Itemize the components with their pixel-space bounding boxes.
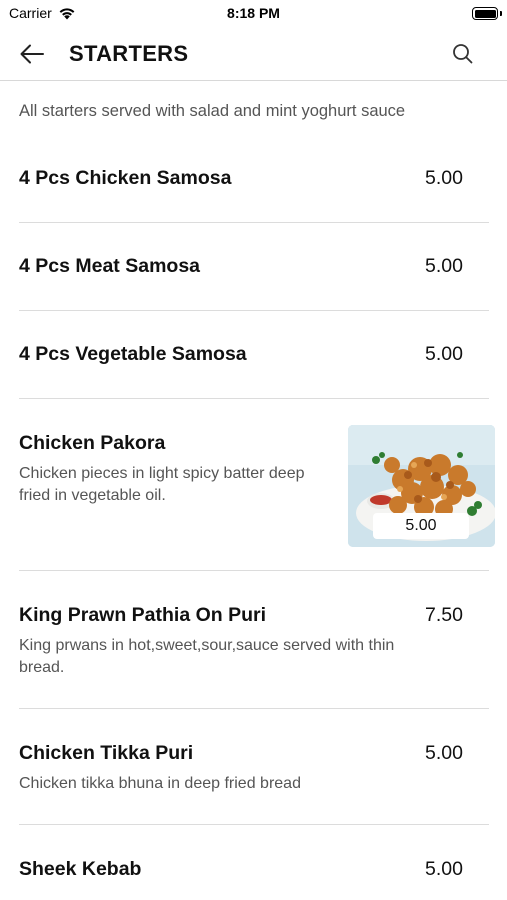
menu-item[interactable]: Sheek Kebab 5.00 [19, 825, 489, 900]
menu-item[interactable]: 4 Pcs Chicken Samosa 5.00 [19, 136, 489, 223]
status-time: 8:18 PM [227, 5, 280, 21]
arrow-left-icon [20, 44, 44, 64]
menu-item-name: Sheek Kebab [19, 858, 142, 880]
battery-icon [472, 7, 498, 20]
menu-item[interactable]: 4 Pcs Vegetable Samosa 5.00 [19, 311, 489, 399]
search-icon [453, 44, 473, 64]
menu-item[interactable]: Chicken Pakora Chicken pieces in light s… [19, 399, 495, 571]
nav-bar: STARTERS [0, 28, 507, 81]
menu-item-price: 5.00 [425, 255, 463, 277]
menu-item[interactable]: Chicken Tikka Puri 5.00 Chicken tikka bh… [19, 709, 489, 825]
menu-item-name: 4 Pcs Vegetable Samosa [19, 343, 247, 365]
menu-item-description: Chicken pieces in light spicy batter dee… [19, 465, 305, 504]
menu-item-price: 5.00 [425, 742, 463, 764]
food-thumbnail[interactable]: 5.00 [348, 425, 495, 547]
search-button[interactable] [451, 42, 475, 66]
page-title: STARTERS [69, 41, 189, 66]
back-button[interactable] [18, 42, 46, 66]
menu-item-name: Chicken Pakora [19, 432, 166, 454]
thumbnail-price-badge: 5.00 [373, 513, 469, 539]
menu-item[interactable]: 4 Pcs Meat Samosa 5.00 [19, 223, 489, 311]
menu-item-price: 5.00 [425, 858, 463, 880]
menu-item-name: Chicken Tikka Puri [19, 742, 194, 764]
battery-cap [500, 11, 502, 16]
menu-item-description: King prwans in hot,sweet,sour,sauce serv… [19, 637, 395, 676]
section-note: All starters served with salad and mint … [19, 102, 406, 120]
menu-item[interactable]: King Prawn Pathia On Puri 7.50 King prwa… [19, 571, 489, 709]
menu-item-name: 4 Pcs Meat Samosa [19, 255, 201, 277]
menu-item-description: Chicken tikka bhuna in deep fried bread [19, 775, 301, 792]
battery-fill [474, 9, 496, 18]
menu-item-name: 4 Pcs Chicken Samosa [19, 167, 232, 189]
status-bar: Carrier 8:18 PM [0, 0, 507, 28]
menu-item-price: 7.50 [425, 604, 463, 626]
menu-item-name: King Prawn Pathia On Puri [19, 604, 267, 626]
menu-item-price: 5.00 [425, 343, 463, 365]
menu-item-price: 5.00 [425, 167, 463, 189]
